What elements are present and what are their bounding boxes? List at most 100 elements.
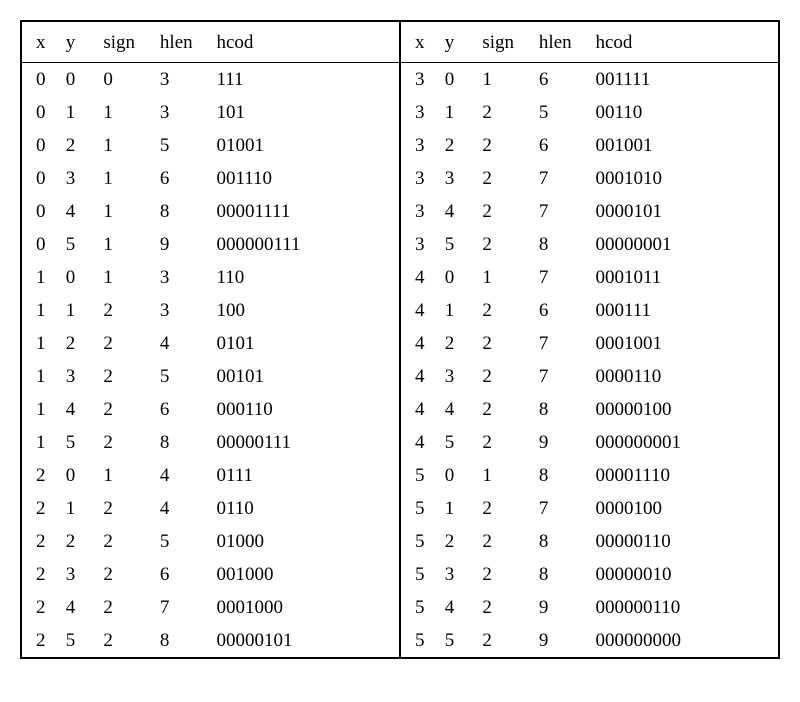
cell-sign: 1: [97, 228, 154, 261]
cell-hlen: 6: [533, 63, 590, 97]
cell-x: 1: [22, 327, 60, 360]
cell-hlen: 5: [154, 129, 211, 162]
cell-hcod: 00001111: [210, 195, 399, 228]
cell-y: 5: [60, 426, 98, 459]
table-row: 222501000: [22, 525, 399, 558]
table-row: 1123100: [22, 294, 399, 327]
cell-hlen: 6: [533, 294, 590, 327]
header-row: x y sign hlen hcod: [401, 22, 778, 63]
cell-sign: 2: [97, 393, 154, 426]
cell-sign: 2: [476, 360, 533, 393]
cell-hcod: 00000001: [589, 228, 778, 261]
cell-hcod: 100: [210, 294, 399, 327]
table-row: 0003111: [22, 63, 399, 97]
cell-hcod: 0111: [210, 459, 399, 492]
cell-x: 0: [22, 228, 60, 261]
cell-x: 5: [401, 492, 439, 525]
cell-sign: 1: [97, 261, 154, 294]
table-row: 1013110: [22, 261, 399, 294]
cell-y: 2: [60, 129, 98, 162]
cell-sign: 2: [476, 624, 533, 657]
cell-y: 4: [439, 591, 477, 624]
cell-hlen: 8: [533, 228, 590, 261]
cell-sign: 2: [476, 294, 533, 327]
col-sign: sign: [97, 22, 154, 63]
cell-sign: 2: [476, 492, 533, 525]
cell-x: 2: [22, 624, 60, 657]
cell-sign: 1: [476, 261, 533, 294]
cell-hcod: 00000100: [589, 393, 778, 426]
cell-y: 1: [60, 294, 98, 327]
cell-hcod: 0001010: [589, 162, 778, 195]
cell-y: 4: [60, 195, 98, 228]
cell-x: 2: [22, 525, 60, 558]
cell-sign: 2: [476, 525, 533, 558]
cell-x: 0: [22, 162, 60, 195]
cell-hcod: 01000: [210, 525, 399, 558]
cell-hlen: 8: [533, 393, 590, 426]
cell-sign: 2: [476, 558, 533, 591]
cell-sign: 2: [476, 129, 533, 162]
cell-y: 5: [60, 228, 98, 261]
cell-hcod: 110: [210, 261, 399, 294]
cell-hlen: 4: [154, 459, 211, 492]
cell-y: 2: [439, 525, 477, 558]
cell-hlen: 7: [533, 261, 590, 294]
cell-y: 1: [439, 294, 477, 327]
cell-sign: 2: [476, 162, 533, 195]
cell-hcod: 00101: [210, 360, 399, 393]
cell-x: 0: [22, 63, 60, 97]
cell-y: 0: [439, 459, 477, 492]
col-y: y: [60, 22, 98, 63]
table-row: 4529000000001: [401, 426, 778, 459]
cell-x: 5: [401, 459, 439, 492]
cell-sign: 1: [476, 459, 533, 492]
table-row: 5529000000000: [401, 624, 778, 657]
cell-x: 2: [22, 459, 60, 492]
cell-sign: 2: [476, 393, 533, 426]
cell-hcod: 000000111: [210, 228, 399, 261]
table-row: 3226001001: [401, 129, 778, 162]
cell-hcod: 101: [210, 96, 399, 129]
cell-sign: 2: [97, 492, 154, 525]
cell-hcod: 00110: [589, 96, 778, 129]
table-row: 40170001011: [401, 261, 778, 294]
col-x: x: [22, 22, 60, 63]
col-hcod: hcod: [210, 22, 399, 63]
table-row: 041800001111: [22, 195, 399, 228]
cell-hcod: 000000001: [589, 426, 778, 459]
cell-hlen: 3: [154, 261, 211, 294]
col-hlen: hlen: [154, 22, 211, 63]
cell-x: 1: [22, 426, 60, 459]
cell-hlen: 8: [533, 525, 590, 558]
cell-hcod: 0001001: [589, 327, 778, 360]
cell-x: 4: [401, 294, 439, 327]
cell-hlen: 5: [533, 96, 590, 129]
cell-y: 3: [439, 558, 477, 591]
cell-x: 3: [401, 195, 439, 228]
cell-hlen: 4: [154, 327, 211, 360]
col-x: x: [401, 22, 439, 63]
cell-y: 4: [439, 393, 477, 426]
table-row: 252800000101: [22, 624, 399, 657]
cell-y: 3: [60, 558, 98, 591]
cell-x: 2: [22, 558, 60, 591]
cell-x: 5: [401, 624, 439, 657]
cell-y: 3: [60, 162, 98, 195]
cell-hlen: 8: [154, 624, 211, 657]
cell-hlen: 7: [533, 492, 590, 525]
cell-x: 4: [401, 393, 439, 426]
cell-y: 1: [439, 96, 477, 129]
cell-hlen: 6: [154, 393, 211, 426]
cell-y: 2: [60, 327, 98, 360]
col-y: y: [439, 22, 477, 63]
cell-sign: 2: [97, 591, 154, 624]
cell-x: 0: [22, 195, 60, 228]
cell-hlen: 5: [154, 525, 211, 558]
cell-y: 5: [439, 426, 477, 459]
cell-hcod: 0001011: [589, 261, 778, 294]
cell-x: 3: [401, 63, 439, 97]
cell-x: 1: [22, 393, 60, 426]
cell-y: 1: [60, 96, 98, 129]
cell-y: 2: [439, 327, 477, 360]
